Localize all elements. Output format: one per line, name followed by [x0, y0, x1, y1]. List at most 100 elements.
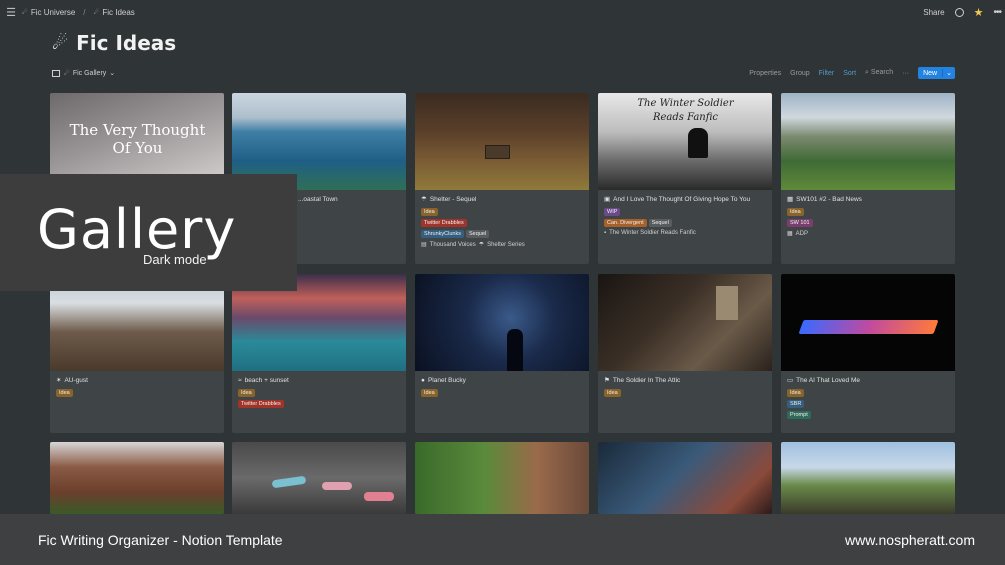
card-cover	[415, 93, 589, 190]
gallery-card[interactable]: ▭ The AI That Loved Me Idea SBR Prompt	[781, 274, 955, 433]
relation-row: ▦ ADP	[787, 230, 949, 238]
card-cover: The Winter Soldier Reads Fanfic	[598, 93, 772, 190]
gallery-icon	[52, 69, 60, 77]
relation-row: ▤ Thousand Voices ☂ Shelter Series	[421, 241, 583, 249]
card-title: ⚑ The Soldier In The Attic	[604, 376, 766, 385]
card-cover	[781, 274, 955, 371]
card-body: ⚑ The Soldier In The Attic Idea	[598, 371, 772, 405]
card-body: ≈ beach + sunset Idea Twitter Drabbles	[232, 371, 406, 416]
card-title: ▦ SW101 #2 - Bad News	[787, 195, 949, 204]
film-icon: ▦	[787, 231, 793, 237]
image-icon: ▪	[604, 230, 607, 236]
view-bar: ☄ Fic Gallery ⌄ Properties Group Filter …	[52, 66, 955, 80]
more-icon[interactable]: •••	[993, 7, 1001, 18]
tag: Idea	[787, 389, 804, 397]
share-button[interactable]: Share	[923, 8, 944, 17]
card-title-text: And I Love The Thought Of Giving Hope To…	[613, 196, 751, 203]
clock-icon[interactable]	[954, 7, 964, 17]
tag: Sequel	[648, 219, 672, 227]
chalk-shape	[364, 492, 394, 501]
gallery-card[interactable]	[781, 442, 955, 514]
gallery-card[interactable]	[50, 442, 224, 514]
promo-overlay: Gallery Dark mode	[0, 174, 297, 291]
breadcrumb-item[interactable]: Fic Universe	[31, 8, 75, 17]
gallery-card[interactable]	[598, 442, 772, 514]
properties-button[interactable]: Properties	[749, 70, 781, 77]
new-button-label: New	[923, 69, 938, 77]
planet-icon: ●	[421, 377, 425, 384]
card-body: ▭ The AI That Loved Me Idea SBR Prompt	[781, 371, 955, 427]
search-button[interactable]: ⌕ Search	[865, 69, 893, 77]
more-options-button[interactable]: ···	[902, 70, 909, 77]
page-title-text: Fic Ideas	[76, 31, 177, 55]
card-title: ...oastal Town	[298, 196, 338, 203]
gallery-card[interactable]: ✶ AU-gust Idea	[50, 274, 224, 433]
tag: ShrunkyClunks	[421, 230, 464, 238]
chevron-down-icon: ⌄	[109, 70, 116, 77]
tag: Idea	[421, 389, 438, 397]
search-icon: ⌕	[865, 69, 869, 76]
gallery-card[interactable]: The Winter Soldier Reads Fanfic ▣ And I L…	[598, 93, 772, 264]
tag: Idea	[238, 389, 255, 397]
chalk-shape	[271, 475, 307, 489]
comet-icon: ☄	[22, 9, 28, 16]
breadcrumb: ☄ Fic Universe / ☄ Fic Ideas	[22, 8, 135, 17]
card-title-text: The Soldier In The Attic	[612, 377, 681, 384]
umbrella-icon: ☂	[478, 242, 485, 248]
sort-button[interactable]: Sort	[843, 70, 856, 77]
footer-banner: Fic Writing Organizer - Notion Template …	[0, 514, 1005, 565]
card-tags: Idea Twitter Drabbles	[238, 389, 400, 411]
view-actions: Properties Group Filter Sort ⌕ Search ··…	[749, 67, 955, 79]
card-body: ☂ Shelter - Sequel Idea Twitter Drabbles …	[415, 190, 589, 256]
cover-text: The Winter Soldier Reads Fanfic	[637, 98, 734, 123]
card-title-text: The AI That Loved Me	[796, 377, 860, 384]
gallery-card[interactable]: ≈ beach + sunset Idea Twitter Drabbles	[232, 274, 406, 433]
gallery-card[interactable]: ● Planet Bucky Idea	[415, 274, 589, 433]
relation-label[interactable]: The Winter Soldier Reads Fanfic	[609, 230, 696, 236]
gallery-card[interactable]: ☂ Shelter - Sequel Idea Twitter Drabbles …	[415, 93, 589, 264]
menu-icon[interactable]: ☰	[0, 6, 22, 19]
card-cover	[50, 442, 224, 514]
star-icon[interactable]: ★	[974, 6, 984, 19]
butterfly-icon: ✶	[56, 377, 62, 384]
window-shape	[716, 286, 738, 320]
tag: Idea	[604, 389, 621, 397]
relation-label[interactable]: Thousand Voices	[430, 242, 476, 248]
wave-icon: ≈	[238, 377, 242, 384]
cabin-shape	[485, 145, 510, 159]
relation-label[interactable]: ADP	[796, 231, 808, 237]
breadcrumb-item[interactable]: Fic Ideas	[102, 8, 134, 17]
footer-website: www.nospheratt.com	[845, 531, 975, 548]
card-title-text: Planet Bucky	[427, 377, 466, 384]
gallery-card[interactable]: ⚑ The Soldier In The Attic Idea	[598, 274, 772, 433]
card-tags: Idea	[56, 389, 218, 400]
relation-label[interactable]: Shelter Series	[487, 242, 525, 248]
card-title-text: SW101 #2 - Bad News	[796, 196, 862, 203]
book-icon: ▤	[421, 242, 427, 248]
filter-button[interactable]: Filter	[819, 70, 835, 77]
card-tags: Idea SBR Prompt	[787, 389, 949, 422]
tag: Sequel	[466, 230, 490, 238]
overlay-subheading: Dark mode	[143, 252, 207, 267]
tag: SBR	[787, 400, 805, 408]
silhouette-shape	[507, 329, 523, 371]
card-tags: WIP Can. Divergent Sequel	[604, 208, 766, 230]
umbrella-icon: ☂	[421, 196, 427, 203]
chevron-down-icon[interactable]: ⌄	[942, 69, 955, 77]
page-title: ☄ Fic Ideas	[52, 31, 176, 55]
new-button[interactable]: New ⌄	[918, 67, 955, 79]
top-actions: Share ★ •••	[923, 0, 1002, 24]
gallery-card[interactable]	[232, 442, 406, 514]
comet-icon: ☄	[64, 70, 70, 77]
group-button[interactable]: Group	[790, 70, 809, 77]
gallery-card[interactable]	[415, 442, 589, 514]
card-tags: Idea	[604, 389, 766, 400]
gallery-card[interactable]: ▦ SW101 #2 - Bad News Idea SW 101 ▦ ADP	[781, 93, 955, 264]
top-bar: ☰ ☄ Fic Universe / ☄ Fic Ideas Share ★ •…	[0, 0, 1005, 24]
tag: Idea	[421, 208, 438, 216]
tag: Prompt	[787, 411, 811, 419]
card-body: ▦ SW101 #2 - Bad News Idea SW 101 ▦ ADP	[781, 190, 955, 245]
view-selector[interactable]: ☄ Fic Gallery ⌄	[64, 69, 116, 78]
tag: SW 101	[787, 219, 813, 227]
card-tags: Idea Twitter Drabbles ShrunkyClunks Seque…	[421, 208, 583, 241]
